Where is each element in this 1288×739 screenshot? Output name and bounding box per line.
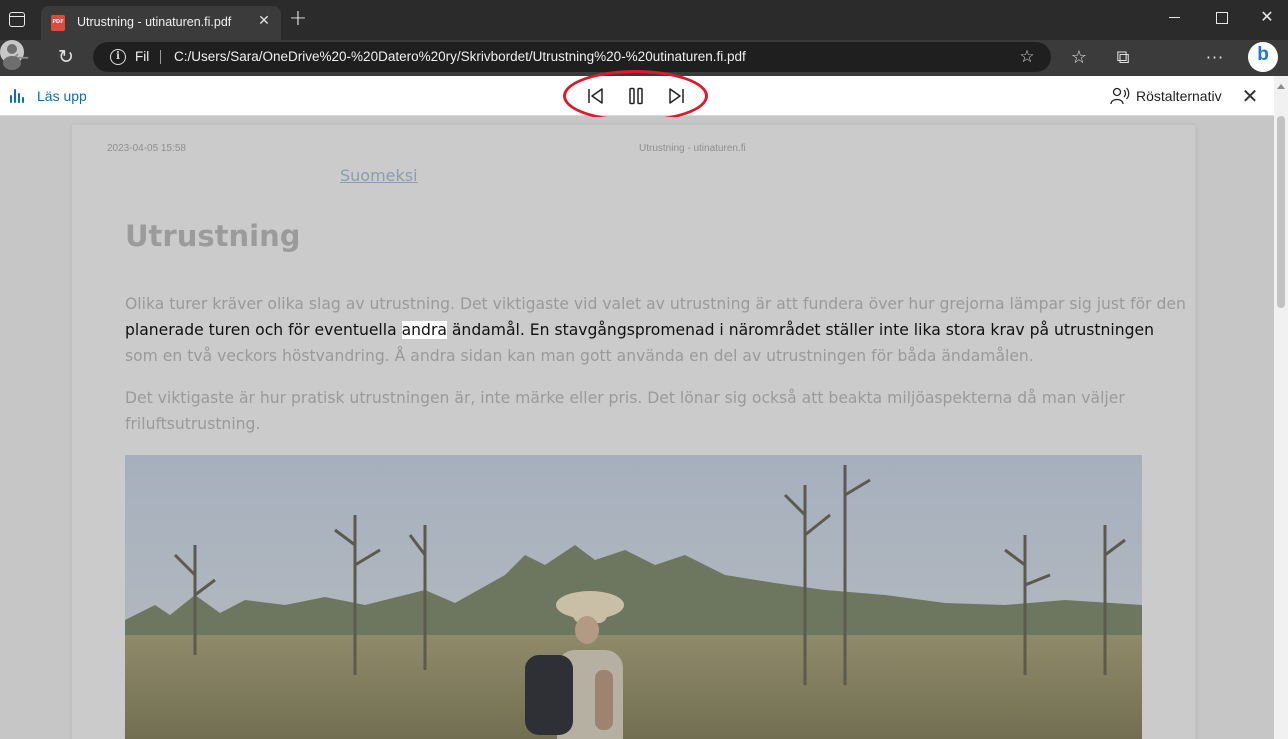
title-bar: Utrustning - utinaturen.fi.pdf ✕ + ✕ — [0, 0, 1288, 40]
close-read-aloud-icon[interactable]: ✕ — [1240, 86, 1260, 106]
paragraph1-line1: Olika turer kräver olika slag av utrustn… — [125, 295, 1186, 313]
pdf-page: 2023-04-05 15:58 Utrustning - utinaturen… — [72, 125, 1195, 739]
voice-options-button[interactable]: Röstalternativ — [1136, 88, 1222, 104]
collections-icon[interactable]: ⧉ — [1111, 46, 1135, 70]
read-aloud-icon — [10, 89, 25, 103]
text-before-highlight: planerade turen och för eventuella — [125, 321, 402, 339]
page-header-date: 2023-04-05 15:58 — [107, 143, 186, 154]
tab-close-button[interactable]: ✕ — [257, 14, 271, 28]
url-text[interactable]: C:/Users/Sara/OneDrive%20-%20Datero%20ry… — [174, 49, 746, 64]
tab-title: Utrustning - utinaturen.fi.pdf — [77, 15, 232, 29]
browser-tab[interactable]: Utrustning - utinaturen.fi.pdf ✕ — [41, 6, 281, 40]
pdf-viewer: 2023-04-05 15:58 Utrustning - utinaturen… — [0, 117, 1274, 739]
vertical-scrollbar[interactable] — [1274, 76, 1288, 739]
paragraph2-line2: friluftsutrustning. — [125, 415, 261, 433]
current-word-highlight: andra — [401, 321, 447, 339]
refresh-icon[interactable]: ↻ — [55, 46, 77, 68]
new-tab-button[interactable]: + — [288, 8, 308, 30]
page-header-title: Utrustning - utinaturen.fi — [639, 143, 746, 154]
more-icon[interactable]: ··· — [1203, 46, 1227, 70]
address-separator — [160, 50, 161, 64]
tab-actions-icon[interactable] — [9, 12, 25, 27]
favorites-icon[interactable]: ☆ — [1067, 46, 1091, 70]
bing-icon[interactable] — [1248, 42, 1278, 72]
maximize-button[interactable] — [1198, 0, 1244, 34]
paragraph1-line2-active: planerade turen och för eventuella andra… — [125, 317, 1154, 343]
read-aloud-bar: Läs upp Röstalternativ ✕ — [0, 70, 1288, 122]
scroll-up-icon[interactable] — [1277, 84, 1285, 89]
text-after-highlight: ändamål. En stavgångspromenad i närområd… — [446, 321, 1155, 339]
voice-options-icon[interactable] — [1110, 86, 1130, 106]
window-close-button[interactable]: ✕ — [1244, 0, 1288, 34]
scroll-thumb[interactable] — [1277, 116, 1285, 308]
red-highlight-ring — [563, 70, 708, 122]
scheme-label: Fil — [135, 49, 150, 64]
address-bar[interactable]: i Fil C:/Users/Sara/OneDrive%20-%20Dater… — [93, 42, 1051, 72]
paragraph2-line1: Det viktigaste är hur pratisk utrustning… — [125, 389, 1125, 407]
paragraph1-line3: som en två veckors höstvandring. Å andra… — [125, 347, 1034, 365]
read-aloud-label[interactable]: Läs upp — [37, 88, 87, 104]
add-favorite-icon[interactable]: ☆ — [1017, 47, 1037, 67]
info-icon[interactable]: i — [110, 49, 126, 65]
pdf-icon — [51, 15, 65, 31]
document-title: Utrustning — [125, 219, 301, 253]
language-link[interactable]: Suomeksi — [340, 166, 418, 185]
hiking-photo — [125, 455, 1142, 739]
minimize-button[interactable] — [1152, 0, 1198, 34]
